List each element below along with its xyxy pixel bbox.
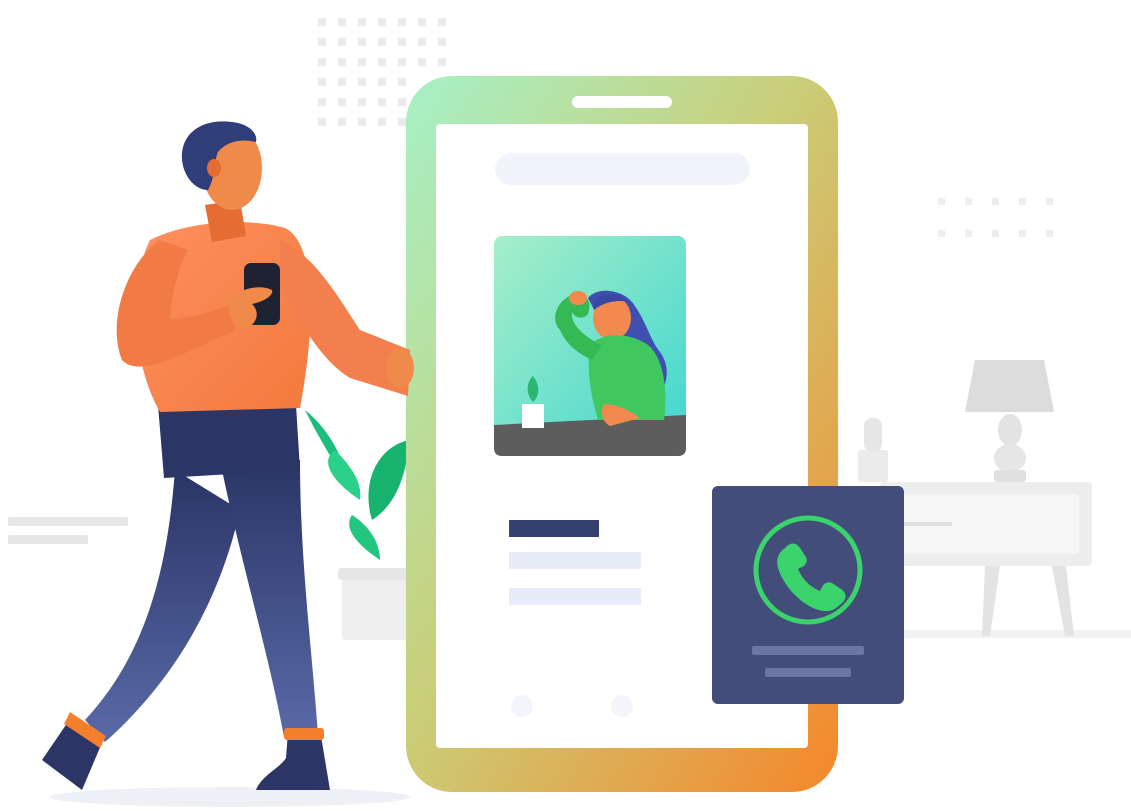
screen-nav-dot-1 bbox=[511, 695, 533, 717]
phone-speaker bbox=[572, 96, 672, 108]
illustration-scene bbox=[8, 18, 1131, 807]
floor-shadow bbox=[50, 787, 410, 807]
screen-search-bar bbox=[495, 153, 750, 185]
call-line-1 bbox=[752, 646, 864, 655]
wall-lines bbox=[8, 517, 128, 544]
screen-text-line-2 bbox=[509, 588, 641, 605]
screen-title-bar bbox=[509, 520, 599, 537]
person bbox=[42, 121, 414, 790]
plant bbox=[305, 410, 412, 640]
video-call-photo bbox=[494, 236, 686, 456]
table-lamp bbox=[965, 360, 1054, 482]
screen-text-line-1 bbox=[509, 552, 641, 569]
call-line-2 bbox=[765, 668, 851, 677]
call-card bbox=[712, 486, 904, 704]
screen-nav-dot-2 bbox=[611, 695, 633, 717]
dot-grid-right bbox=[938, 198, 1053, 237]
